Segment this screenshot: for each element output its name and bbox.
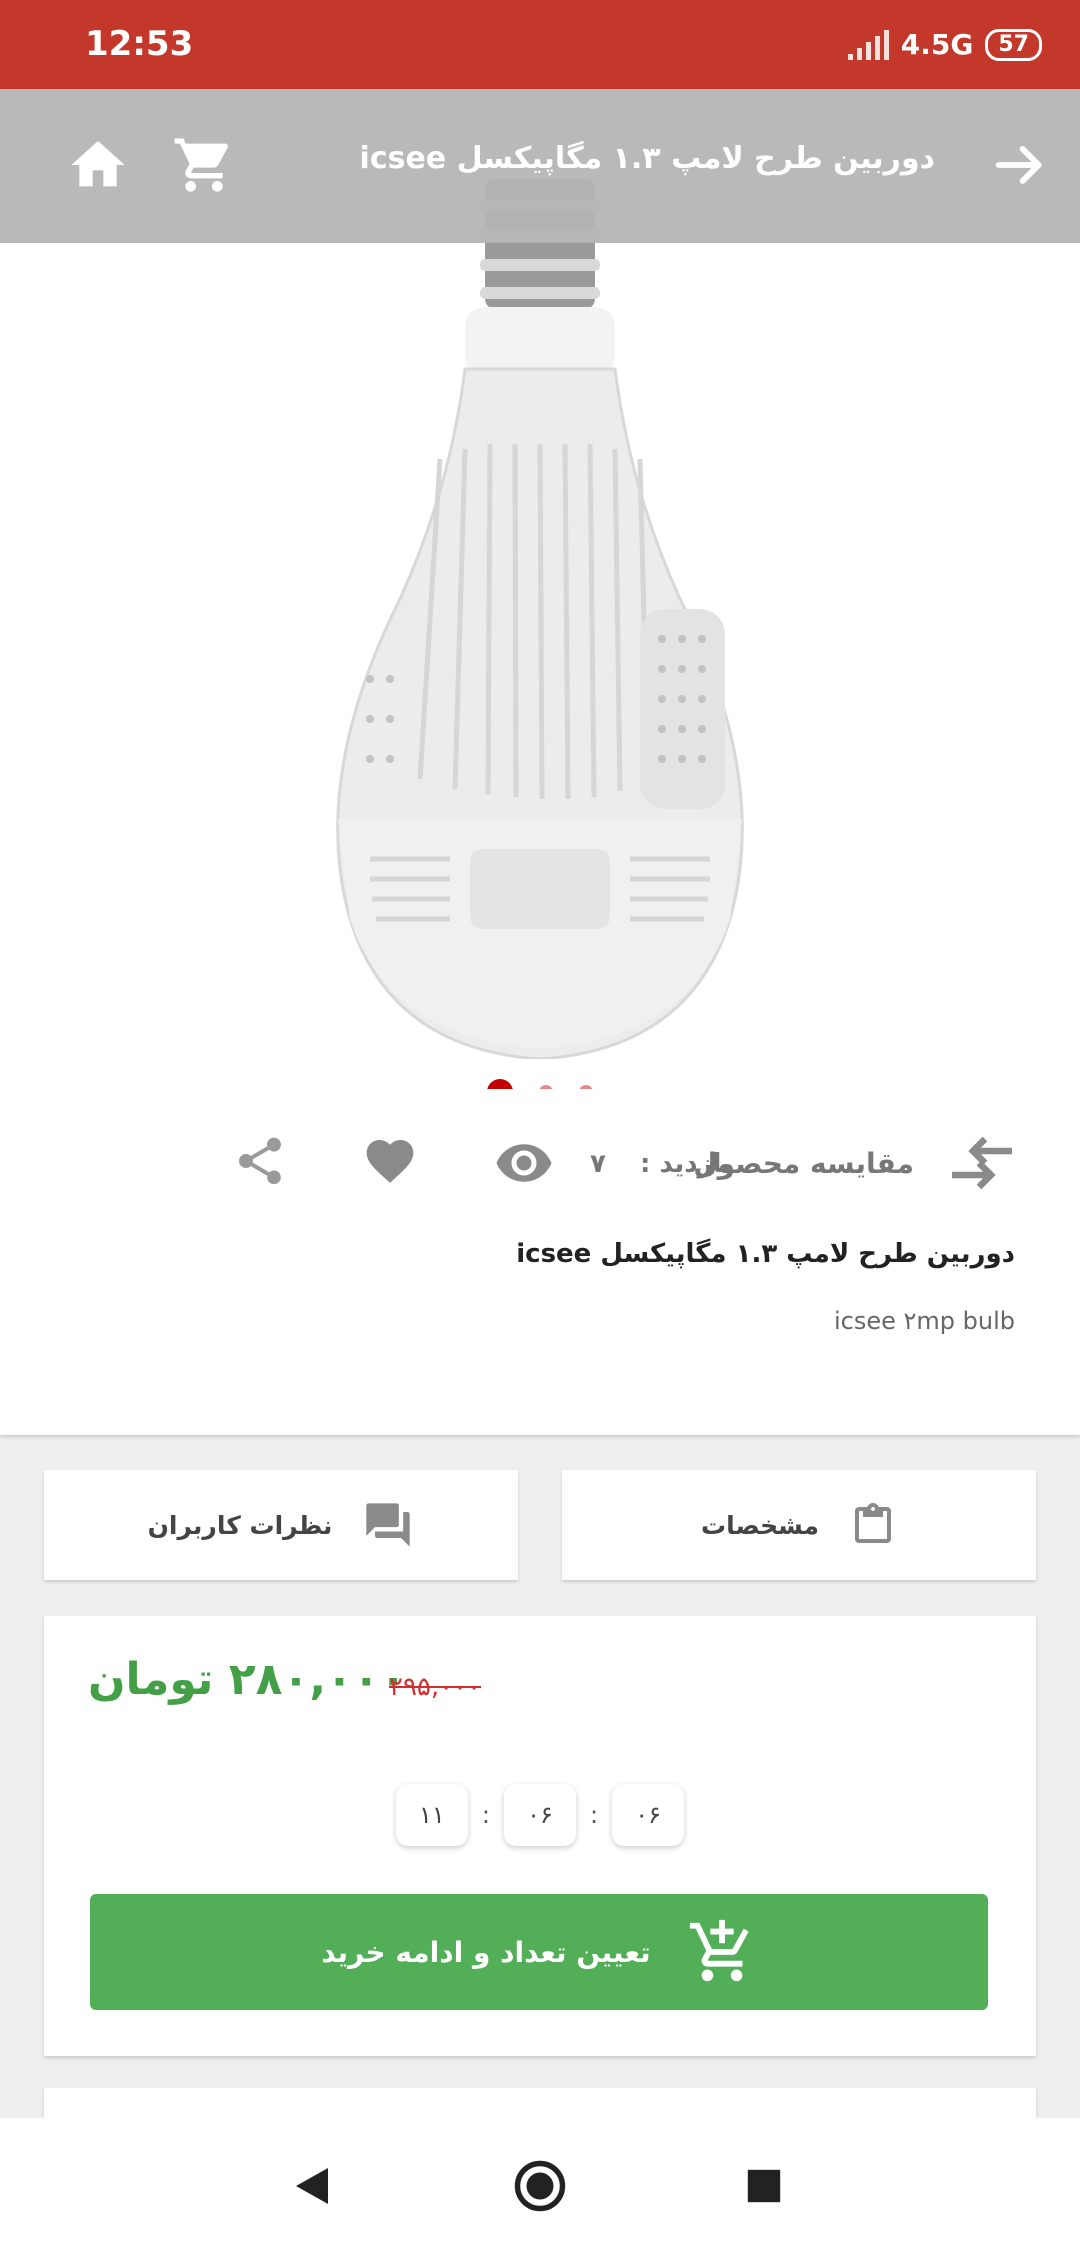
timer-box: ۰۶: [612, 1784, 685, 1846]
compare-button[interactable]: مقایسه محصول: [693, 1133, 1020, 1193]
back-button[interactable]: [282, 2156, 342, 2216]
add-cart-icon: [689, 1919, 749, 1982]
product-title: دوربین طرح لامپ ۱.۳ مگاپیکسل icsee: [516, 1239, 1015, 1269]
battery-icon: 57: [985, 28, 1042, 61]
status-time: 12:53: [85, 24, 194, 64]
heart-icon[interactable]: [362, 1133, 418, 1189]
timer-separator: :: [590, 1801, 599, 1829]
old-price: ۲۹۵,۰۰۰: [389, 1672, 482, 1702]
app-bar: دوربین طرح لامپ ۱.۳ مگاپیکسل icsee: [0, 89, 1080, 243]
back-triangle-icon: [296, 2168, 328, 2204]
price-card: ۲۸۰,۰۰۰ تومان ۲۹۵,۰۰۰ ۱۱ : ۰۶ : ۰۶ تعیین…: [44, 1616, 1036, 2056]
product-info: مقایسه محصول بازدید : ۷ دوربین طرح لامپ …: [0, 1089, 1080, 1435]
home-icon[interactable]: [66, 133, 130, 197]
tab-reviews[interactable]: نظرات کاربران: [44, 1470, 518, 1580]
timer-box: ۰۶: [504, 1784, 576, 1846]
tab-specs[interactable]: مشخصات: [562, 1470, 1036, 1580]
visits-count: ۷: [590, 1149, 606, 1179]
detail-tabs: مشخصات نظرات کاربران: [44, 1470, 1036, 1580]
add-to-cart-button[interactable]: تعیین تعداد و ادامه خرید: [90, 1894, 988, 2010]
square-icon: [747, 2169, 781, 2203]
gallery-indicator: [0, 1079, 1080, 1089]
status-bar: 12:53 4.5G 57: [0, 0, 1080, 89]
page-title: دوربین طرح لامپ ۱.۳ مگاپیکسل icsee: [359, 141, 935, 176]
recents-button[interactable]: [734, 2156, 794, 2216]
add-to-cart-label: تعیین تعداد و ادامه خرید: [321, 1935, 651, 1969]
cart-icon[interactable]: [172, 133, 236, 197]
timer-separator: :: [481, 1801, 490, 1829]
clipboard-icon: [855, 1503, 892, 1543]
product-actions: مقایسه محصول بازدید : ۷: [0, 1119, 1080, 1209]
forum-icon: [366, 1503, 411, 1547]
visits-label: بازدید :: [640, 1149, 733, 1179]
tab-specs-label: مشخصات: [700, 1510, 820, 1540]
product-image: [336, 179, 744, 1059]
countdown-timer: ۱۱ : ۰۶ : ۰۶: [44, 1784, 1036, 1846]
home-nav-button[interactable]: [510, 2156, 570, 2216]
home-circle-icon: [514, 2160, 566, 2212]
arrow-forward-icon[interactable]: [988, 133, 1052, 197]
product-subtitle: icsee ۲mp bulb: [833, 1307, 1015, 1335]
network-type: 4.5G: [900, 28, 974, 61]
system-nav-bar: [0, 2118, 1080, 2248]
share-icon[interactable]: [232, 1133, 288, 1189]
eye-icon: [496, 1144, 552, 1182]
tab-reviews-label: نظرات کاربران: [147, 1510, 333, 1540]
status-indicators: 4.5G 57: [847, 28, 1042, 61]
compare-arrows-icon: [952, 1136, 1012, 1190]
gallery-dot[interactable]: [487, 1079, 513, 1089]
signal-icon: [847, 29, 889, 60]
timer-box: ۱۱: [395, 1784, 468, 1846]
current-price: ۲۸۰,۰۰۰ تومان: [88, 1654, 407, 1705]
